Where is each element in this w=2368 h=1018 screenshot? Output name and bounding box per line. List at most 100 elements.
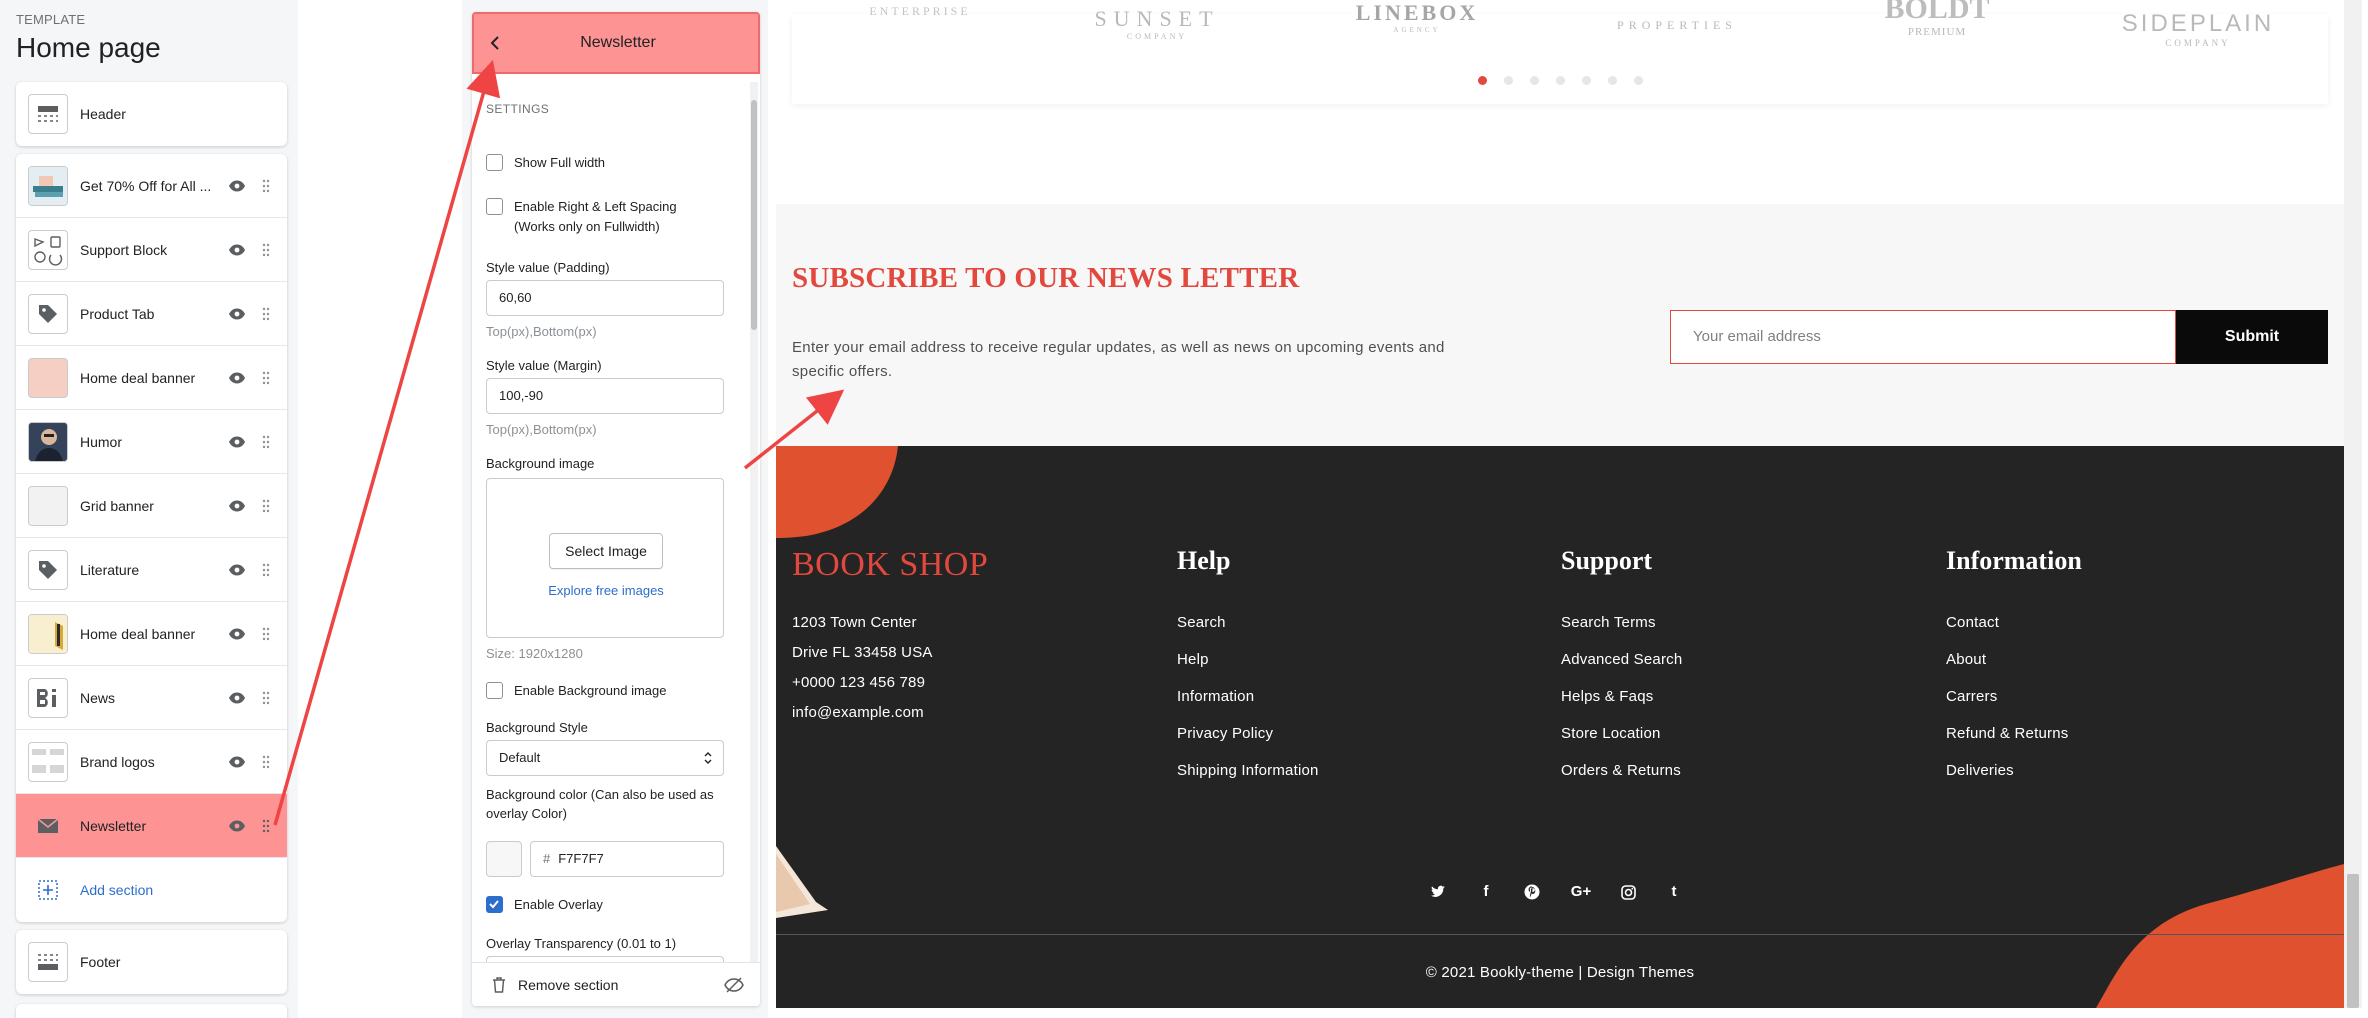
carousel-dot[interactable] — [1504, 76, 1513, 85]
bg-style-select[interactable]: Default — [486, 740, 724, 776]
brand-logo: ENTERPRISE — [850, 4, 990, 19]
explore-images-link[interactable]: Explore free images — [487, 583, 725, 598]
blog-icon — [28, 677, 68, 718]
footer-link[interactable]: Contact — [1946, 614, 1999, 631]
footer-link[interactable]: Search Terms — [1561, 614, 1656, 631]
section-row-footer[interactable]: Footer — [16, 930, 287, 994]
section-row-newsletter[interactable]: Newsletter — [16, 794, 287, 858]
margin-input[interactable]: 100,-90 — [486, 378, 724, 414]
eye-icon[interactable] — [228, 372, 246, 384]
footer-link[interactable]: Deliveries — [1946, 762, 2014, 779]
drag-handle-icon[interactable] — [262, 499, 270, 513]
google-plus-icon[interactable]: G+ — [1566, 880, 1596, 904]
show-full-width-checkbox[interactable] — [486, 154, 503, 171]
carousel-dot[interactable] — [1556, 76, 1565, 85]
section-label: Support Block — [80, 241, 168, 258]
footer-link[interactable]: Shipping Information — [1177, 762, 1319, 779]
drag-handle-icon[interactable] — [262, 435, 270, 449]
footer-link[interactable]: Information — [1177, 688, 1254, 705]
drag-handle-icon[interactable] — [262, 691, 270, 705]
section-row[interactable]: Home deal banner — [16, 602, 287, 666]
eye-icon[interactable] — [228, 436, 246, 448]
section-label: Humor — [80, 433, 123, 450]
preview-scrollbar[interactable] — [2344, 0, 2362, 1008]
section-row[interactable]: Brand logos — [16, 730, 287, 794]
facebook-icon[interactable]: f — [1474, 880, 1498, 904]
eye-icon[interactable] — [228, 564, 246, 576]
eye-icon[interactable] — [228, 180, 246, 192]
section-row[interactable]: Product Tab — [16, 282, 287, 346]
eye-icon[interactable] — [228, 820, 246, 832]
eye-icon[interactable] — [228, 756, 246, 768]
trash-icon[interactable] — [492, 977, 506, 993]
drag-handle-icon[interactable] — [262, 819, 270, 833]
overlay-transparency-label: Overlay Transparency (0.01 to 1) — [486, 936, 677, 951]
color-swatch[interactable] — [486, 841, 522, 877]
store-footer: BOOK SHOP 1203 Town Center Drive FL 3345… — [776, 446, 2344, 1008]
carousel-dot[interactable] — [1608, 76, 1617, 85]
footer-link[interactable]: Advanced Search — [1561, 651, 1682, 668]
enable-overlay-checkbox[interactable] — [486, 896, 503, 913]
checkbox-label: Show Full width — [514, 155, 606, 170]
pinterest-icon[interactable] — [1520, 880, 1544, 904]
footer-logo: BOOK SHOP — [792, 546, 989, 583]
eye-icon[interactable] — [228, 500, 246, 512]
section-row[interactable]: Get 70% Off for All ... — [16, 154, 287, 218]
preview-scrollbar-thumb[interactable] — [2347, 874, 2359, 1008]
eye-icon[interactable] — [228, 244, 246, 256]
drag-handle-icon[interactable] — [262, 307, 270, 321]
footer-divider — [776, 934, 2344, 935]
twitter-icon[interactable] — [1426, 880, 1450, 904]
carousel-dot[interactable] — [1634, 76, 1643, 85]
brand-logos-section: ENTERPRISE SUNSET COMPANY LINEBOX AGENCY… — [776, 0, 2344, 204]
footer-link[interactable]: Refund & Returns — [1946, 725, 2068, 742]
carousel-dot[interactable] — [1582, 76, 1591, 85]
section-row[interactable]: News — [16, 666, 287, 730]
tumblr-icon[interactable]: t — [1662, 880, 1686, 904]
drag-handle-icon[interactable] — [262, 243, 270, 257]
panel-title: Newsletter — [580, 34, 656, 51]
drag-handle-icon[interactable] — [262, 627, 270, 641]
select-image-button[interactable]: Select Image — [549, 533, 663, 569]
instagram-icon[interactable] — [1616, 880, 1640, 904]
footer-phone[interactable]: +0000 123 456 789 — [792, 674, 925, 691]
carousel-dot[interactable] — [1478, 76, 1487, 85]
footer-layout-icon — [28, 942, 68, 982]
mail-icon — [28, 805, 68, 846]
footer-link[interactable]: Carrers — [1946, 688, 1997, 705]
footer-link[interactable]: Helps & Faqs — [1561, 688, 1653, 705]
submit-button[interactable]: Submit — [2176, 310, 2328, 364]
drag-handle-icon[interactable] — [262, 755, 270, 769]
drag-handle-icon[interactable] — [262, 179, 270, 193]
footer-link[interactable]: About — [1946, 651, 1986, 668]
panel-scrollbar-thumb[interactable] — [751, 100, 757, 330]
footer-link[interactable]: Search — [1177, 614, 1226, 631]
section-row[interactable]: Humor — [16, 410, 287, 474]
eye-icon[interactable] — [228, 308, 246, 320]
drag-handle-icon[interactable] — [262, 371, 270, 385]
remove-section-button[interactable]: Remove section — [518, 977, 618, 993]
section-row[interactable]: Literature — [16, 538, 287, 602]
carousel-dot[interactable] — [1530, 76, 1539, 85]
section-row[interactable]: Home deal banner — [16, 346, 287, 410]
eye-icon[interactable] — [228, 692, 246, 704]
bg-color-input[interactable]: # F7F7F7 — [530, 841, 724, 877]
enable-spacing-checkbox[interactable] — [486, 198, 503, 215]
footer-link[interactable]: Help — [1177, 651, 1209, 668]
eye-slash-icon[interactable] — [724, 976, 744, 994]
section-row-header[interactable]: Header — [16, 82, 287, 146]
footer-link[interactable]: Orders & Returns — [1561, 762, 1681, 779]
add-section-button[interactable]: Add section — [16, 858, 287, 922]
drag-handle-icon[interactable] — [262, 563, 270, 577]
section-row[interactable]: Support Block — [16, 218, 287, 282]
email-input[interactable]: Your email address — [1670, 310, 2176, 364]
footer-email[interactable]: info@example.com — [792, 704, 924, 721]
enable-bg-image-checkbox[interactable] — [486, 682, 503, 699]
eye-icon[interactable] — [228, 628, 246, 640]
section-row[interactable]: Grid banner — [16, 474, 287, 538]
footer-link[interactable]: Store Location — [1561, 725, 1661, 742]
section-label: News — [80, 689, 116, 706]
padding-input[interactable]: 60,60 — [486, 280, 724, 316]
panel-footer: Remove section — [472, 962, 760, 1006]
footer-link[interactable]: Privacy Policy — [1177, 725, 1273, 742]
